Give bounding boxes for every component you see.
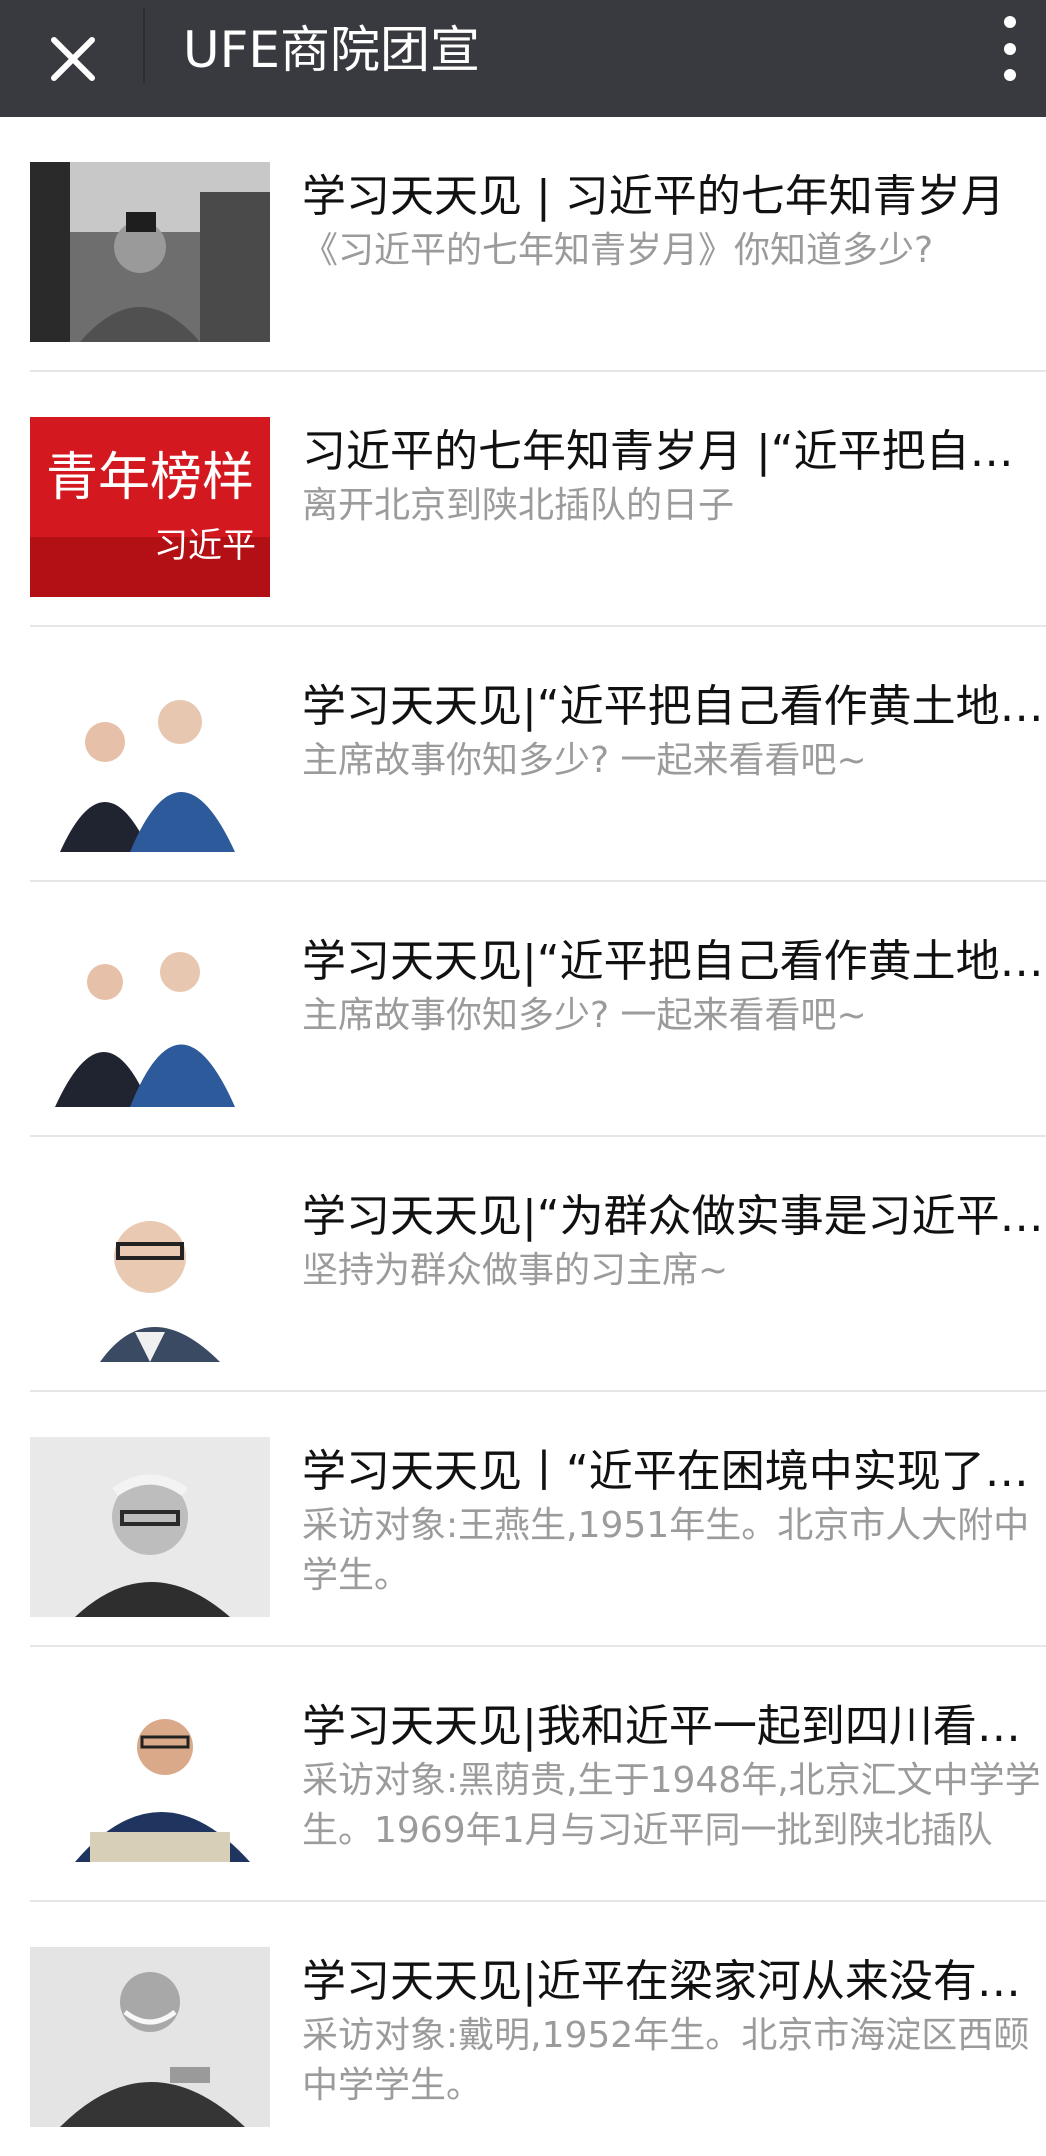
article-summary: 采访对象:王燕生,1951年生。北京市人大附中学生。 [302, 1505, 1030, 1596]
more-button[interactable] [990, 16, 1030, 81]
article-summary: 采访对象:黑荫贵,生于1948年,北京汇文中学学生。1969年1月与习近平同一批… [302, 1760, 1041, 1851]
close-button[interactable] [30, 16, 115, 101]
article-item[interactable]: 学习天天见|“近平把自己看作黄土地的一部分” 主席故事你知多少? 一起来看看吧~ [30, 882, 1046, 1137]
article-thumbnail [30, 1182, 270, 1362]
page-title: UFE商院团宣 [183, 21, 480, 79]
article-summary: 主席故事你知多少? 一起来看看吧~ [302, 740, 867, 781]
article-title: 学习天天见 | 习近平的七年知青岁月 [302, 171, 1005, 222]
article-thumbnail [30, 162, 270, 342]
article-item[interactable]: 学习天天见 | 习近平的七年知青岁月 《习近平的七年知青岁月》你知道多少? [30, 117, 1046, 372]
article-item[interactable]: 青年榜样 习近平 习近平的七年知青岁月 |“近平把自己看作黄土地的一部分” 离开… [30, 372, 1046, 627]
article-summary: 离开北京到陕北插队的日子 [302, 485, 735, 526]
article-title: 学习天天见|“为群众做实事是习近平的追求” [302, 1191, 1044, 1242]
article-item[interactable]: 学习天天见|我和近平一起到四川看沼气 采访对象:黑荫贵,生于1948年,北京汇文… [30, 1647, 1046, 1902]
article-thumbnail: 青年榜样 习近平 [30, 417, 270, 597]
article-thumbnail [30, 1437, 270, 1617]
close-icon [50, 36, 95, 81]
article-title: 学习天天见丨“近平在困境中实现了自我超越” [302, 1446, 1044, 1497]
article-summary: 《习近平的七年知青岁月》你知道多少? [302, 230, 934, 271]
article-item[interactable]: 学习天天见|近平在梁家河从来没有闲着 采访对象:戴明,1952年生。北京市海淀区… [30, 1902, 1046, 2156]
article-title: 学习天天见|“近平把自己看作黄土地的一部分” [302, 936, 1044, 987]
article-thumbnail [30, 927, 270, 1107]
more-vertical-icon [1004, 16, 1016, 28]
article-item[interactable]: 学习天天见|“为群众做实事是习近平的追求” 坚持为群众做事的习主席~ [30, 1137, 1046, 1392]
article-thumbnail [30, 1947, 270, 2127]
article-title: 习近平的七年知青岁月 |“近平把自己看作黄土地的一部分” [302, 426, 1044, 477]
article-thumbnail [30, 1692, 270, 1872]
article-title: 学习天天见|我和近平一起到四川看沼气 [302, 1701, 1044, 1752]
article-item[interactable]: 学习天天见丨“近平在困境中实现了自我超越” 采访对象:王燕生,1951年生。北京… [30, 1392, 1046, 1647]
header-divider [143, 8, 145, 83]
article-thumbnail [30, 672, 270, 852]
thumbnail-subheading: 习近平 [154, 526, 256, 566]
article-title: 学习天天见|近平在梁家河从来没有闲着 [302, 1956, 1044, 2007]
top-bar: UFE商院团宣 [0, 0, 1046, 117]
article-summary: 主席故事你知多少? 一起来看看吧~ [302, 995, 867, 1036]
article-title: 学习天天见|“近平把自己看作黄土地的一部分” [302, 681, 1044, 732]
article-summary: 采访对象:戴明,1952年生。北京市海淀区西颐中学学生。 [302, 2015, 1030, 2106]
article-item[interactable]: 学习天天见|“近平把自己看作黄土地的一部分” 主席故事你知多少? 一起来看看吧~ [30, 627, 1046, 882]
article-summary: 坚持为群众做事的习主席~ [302, 1250, 729, 1291]
thumbnail-heading: 青年榜样 [46, 448, 254, 508]
